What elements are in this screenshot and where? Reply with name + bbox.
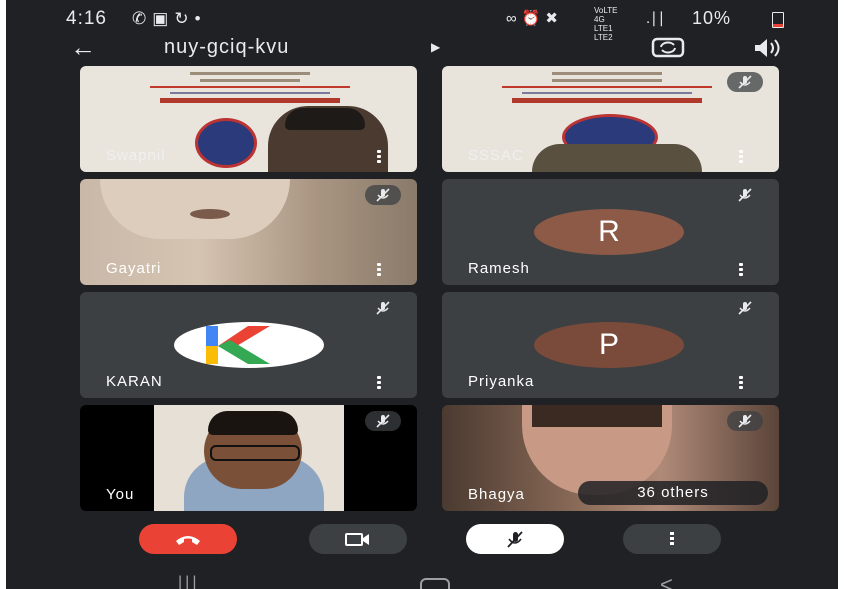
participant-name: You <box>106 486 135 503</box>
participant-tile-you[interactable]: You <box>80 405 417 511</box>
video-camera-icon <box>345 533 369 546</box>
mic-off-icon <box>727 185 763 205</box>
recents-icon[interactable]: ||| <box>178 574 199 589</box>
glasses <box>210 445 300 461</box>
person-video <box>100 179 290 239</box>
participant-name: Ramesh <box>468 260 530 277</box>
participant-name: SSSAC <box>468 147 524 164</box>
participant-name: KARAN <box>106 373 163 390</box>
vpn-icon: ∞ <box>506 10 522 27</box>
status-bar: 4:16 ✆▣↻• ∞⏰✖ VoLTE 4G LTE1 LTE2 .∣∣ 10% <box>6 0 838 42</box>
sync-icon: ↻ <box>174 9 195 28</box>
participant-tile-ramesh[interactable]: R Ramesh <box>442 179 779 285</box>
participant-name: Swapnil <box>106 147 166 164</box>
mic-off-icon <box>727 411 763 431</box>
self-video <box>154 405 344 511</box>
more-vert-icon[interactable] <box>739 376 743 390</box>
phone-hangup-icon <box>176 536 200 545</box>
network-label: VoLTE 4G LTE1 LTE2 <box>594 6 618 42</box>
person-eye <box>190 209 230 219</box>
mic-toggle-button[interactable] <box>466 524 564 554</box>
participant-tile-swapnil[interactable]: Swapnil <box>80 66 417 172</box>
mute-icon: ✖ <box>545 10 563 27</box>
participant-tile-gayatri[interactable]: Gayatri <box>80 179 417 285</box>
more-options-button[interactable] <box>623 524 721 554</box>
signal-icon: .∣∣ <box>646 10 666 27</box>
avatar: R <box>534 209 684 255</box>
mic-off-icon <box>365 298 401 318</box>
notification-icons: ✆▣↻• <box>132 9 207 29</box>
mic-off-icon <box>507 531 523 548</box>
mic-off-icon <box>727 72 763 92</box>
mic-off-icon <box>365 411 401 431</box>
person-hair <box>532 405 662 427</box>
battery-icon <box>772 12 784 28</box>
more-vert-icon <box>670 532 674 545</box>
person-hair <box>208 411 298 435</box>
chevron-right-icon[interactable]: ▶ <box>431 40 440 54</box>
more-vert-icon[interactable] <box>377 263 381 277</box>
alarm-icon: ⏰ <box>521 10 546 27</box>
dot-icon: • <box>194 9 207 28</box>
participant-name: Gayatri <box>106 260 162 277</box>
camera-toggle-button[interactable] <box>309 524 407 554</box>
phone-screen: 4:16 ✆▣↻• ∞⏰✖ VoLTE 4G LTE1 LTE2 .∣∣ 10%… <box>6 0 838 589</box>
arrow-left-icon[interactable]: ← <box>70 32 96 63</box>
status-time: 4:16 <box>66 8 107 29</box>
back-chevron-icon[interactable]: < <box>660 572 673 589</box>
participant-tile-sssac[interactable]: SSSAC <box>442 66 779 172</box>
kinemaster-logo <box>174 322 324 368</box>
mic-off-icon <box>365 185 401 205</box>
image-icon: ▣ <box>152 9 175 28</box>
participant-name: Bhagya <box>468 486 525 503</box>
more-vert-icon[interactable] <box>377 150 381 164</box>
more-vert-icon[interactable] <box>739 263 743 277</box>
mic-off-icon <box>727 298 763 318</box>
participant-tile-bhagya[interactable]: Bhagya 36 others <box>442 405 779 511</box>
participant-tile-karan[interactable]: KARAN <box>80 292 417 398</box>
system-icons: ∞⏰✖ <box>506 9 563 27</box>
battery-percent: 10% <box>692 8 732 28</box>
participant-tile-priyanka[interactable]: P Priyanka <box>442 292 779 398</box>
others-count-chip[interactable]: 36 others <box>578 481 768 505</box>
more-vert-icon[interactable] <box>739 150 743 164</box>
whatsapp-icon: ✆ <box>132 9 153 28</box>
more-vert-icon[interactable] <box>377 376 381 390</box>
meeting-code[interactable]: nuy-gciq-kvu <box>164 36 289 59</box>
end-call-button[interactable] <box>139 524 237 554</box>
home-icon[interactable] <box>420 578 450 589</box>
nss-emblem <box>195 118 257 168</box>
flip-camera-icon[interactable] <box>650 35 686 59</box>
person-hair <box>285 108 365 130</box>
participant-name: Priyanka <box>468 373 535 390</box>
avatar: P <box>534 322 684 368</box>
person-video <box>532 144 702 172</box>
banner-image <box>492 70 722 118</box>
speaker-icon[interactable] <box>752 36 782 60</box>
